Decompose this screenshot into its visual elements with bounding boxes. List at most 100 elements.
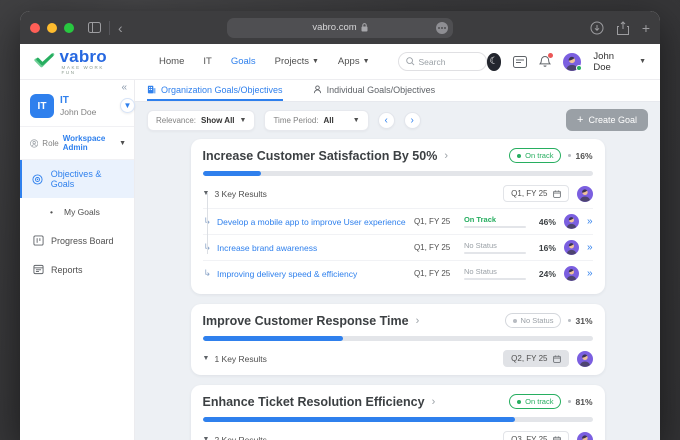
double-chevron-icon[interactable]: » — [587, 216, 593, 227]
card-view-icon[interactable] — [513, 56, 527, 68]
goal-progress-fill — [203, 336, 343, 341]
chevron-down-icon[interactable]: ▼ — [639, 58, 646, 65]
chevron-right-icon[interactable]: › — [432, 396, 436, 408]
key-result-row: ↳ Increase brand awareness Q1, FY 25 No … — [203, 234, 593, 260]
collapse-caret-icon[interactable]: ▼ — [203, 436, 210, 440]
key-results-count: 1 Key Results — [214, 354, 266, 364]
goal-title[interactable]: Increase Customer Satisfaction By 50% — [203, 149, 438, 163]
create-goal-button[interactable]: + Create Goal — [566, 109, 648, 131]
collapse-caret-icon[interactable]: ▼ — [203, 355, 210, 362]
logo-text: vabro — [60, 48, 118, 65]
goal-card: Improve Customer Response Time › No Stat… — [191, 304, 605, 375]
assignee-avatar — [564, 214, 579, 229]
search-box[interactable] — [398, 52, 487, 71]
sidebar-item-reports[interactable]: Reports — [20, 255, 134, 284]
time-period-filter[interactable]: Time Period: All ▼ — [264, 110, 368, 131]
url-bar[interactable]: vabro.com — [227, 18, 453, 38]
chevron-down-icon: ▼ — [119, 140, 126, 147]
key-result-link[interactable]: Improving delivery speed & efficiency — [217, 269, 408, 279]
nav-projects[interactable]: Projects▼ — [275, 56, 319, 67]
report-icon — [32, 264, 44, 275]
key-results-count: 3 Key Results — [214, 189, 266, 199]
site-settings-icon[interactable] — [436, 22, 448, 34]
period-selector[interactable]: Q1, FY 25 — [503, 185, 568, 202]
workspace-chevron-icon[interactable]: ▼ — [120, 98, 135, 113]
calendar-icon — [553, 355, 561, 363]
search-input[interactable] — [419, 57, 479, 67]
lock-icon — [361, 23, 368, 32]
nav-home[interactable]: Home — [159, 56, 184, 67]
share-icon[interactable] — [617, 21, 629, 35]
browser-sidebar-icon[interactable] — [88, 22, 101, 33]
maximize-window-button[interactable] — [64, 23, 74, 33]
double-chevron-icon[interactable]: » — [587, 268, 593, 279]
logo-tagline: MAKE WORK FUN — [60, 66, 118, 75]
goal-progress-bar — [203, 336, 593, 341]
search-icon — [406, 57, 415, 66]
vabro-logo[interactable]: vabro MAKE WORK FUN — [34, 48, 117, 75]
logo-check-icon — [34, 53, 57, 71]
individual-icon — [313, 85, 322, 94]
previous-period-button[interactable]: ‹ — [378, 112, 395, 129]
nav-apps[interactable]: Apps▼ — [338, 56, 370, 67]
tab-organization-goals[interactable]: Organization Goals/Objectives — [147, 80, 283, 101]
goal-title[interactable]: Enhance Ticket Resolution Efficiency — [203, 395, 425, 409]
sidebar-item-objectives-goals[interactable]: Objectives & Goals — [20, 160, 134, 198]
app-header: vabro MAKE WORK FUN Home IT Goals Projec… — [20, 44, 660, 80]
key-result-row: ↳ Develop a mobile app to improve User e… — [203, 208, 593, 234]
chevron-down-icon: ▼ — [353, 117, 360, 124]
goal-cards: Increase Customer Satisfaction By 50% › … — [191, 139, 605, 440]
status-badge: No Status — [505, 313, 562, 328]
browser-chrome: ‹ vabro.com + — [20, 11, 660, 44]
goal-title[interactable]: Improve Customer Response Time — [203, 314, 409, 328]
notifications-bell-icon[interactable] — [539, 55, 551, 68]
board-icon — [32, 235, 44, 246]
next-period-button[interactable]: › — [404, 112, 421, 129]
sidebar: « IT IT John Doe ▼ Role Workspace Admin … — [20, 80, 135, 440]
workspace-switcher[interactable]: IT IT John Doe ▼ — [20, 84, 134, 126]
status-badge: On track — [509, 394, 561, 409]
goal-progress-fill — [203, 171, 262, 176]
period-selector[interactable]: Q2, FY 25 — [503, 350, 568, 367]
key-result-link[interactable]: Increase brand awareness — [217, 243, 408, 253]
calendar-icon — [553, 190, 561, 198]
goal-owner-avatar — [577, 351, 593, 367]
user-name: John Doe — [593, 51, 627, 73]
tab-individual-goals[interactable]: Individual Goals/Objectives — [313, 80, 436, 101]
role-value: Workspace Admin — [63, 134, 115, 152]
chevron-right-icon[interactable]: › — [444, 150, 448, 162]
organization-icon — [147, 85, 156, 94]
chevron-right-icon[interactable]: › — [416, 315, 420, 327]
sidebar-item-my-goals[interactable]: My Goals — [20, 198, 134, 226]
dark-mode-toggle[interactable]: ☾ — [487, 53, 502, 71]
downloads-icon[interactable] — [590, 21, 604, 35]
user-avatar[interactable] — [563, 53, 581, 71]
goals-content: Relevance: Show All ▼ Time Period: All ▼… — [135, 102, 660, 440]
nav-it[interactable]: IT — [203, 56, 211, 67]
target-icon — [32, 174, 44, 185]
key-results-list: ↳ Develop a mobile app to improve User e… — [203, 208, 593, 286]
period-selector[interactable]: Q3, FY 25 — [503, 431, 568, 440]
goal-progress-bar — [203, 171, 593, 176]
minimize-window-button[interactable] — [47, 23, 57, 33]
plus-icon: + — [577, 115, 583, 126]
browser-window: ‹ vabro.com + vabro — [20, 11, 660, 440]
key-result-link[interactable]: Develop a mobile app to improve User exp… — [217, 217, 408, 227]
sidebar-item-progress-board[interactable]: Progress Board — [20, 226, 134, 255]
key-result-status: No Status — [464, 267, 526, 276]
subtask-arrow-icon: ↳ — [204, 268, 212, 279]
online-status-dot — [576, 65, 582, 71]
nav-goals[interactable]: Goals — [231, 56, 256, 67]
double-chevron-icon[interactable]: » — [587, 242, 593, 253]
role-selector[interactable]: Role Workspace Admin ▼ — [20, 126, 134, 160]
relevance-filter[interactable]: Relevance: Show All ▼ — [147, 110, 255, 131]
vabro-app: vabro MAKE WORK FUN Home IT Goals Projec… — [20, 44, 660, 440]
role-label: Role — [42, 139, 58, 148]
close-window-button[interactable] — [30, 23, 40, 33]
key-results-count: 2 Key Results — [214, 435, 266, 440]
workspace-name: IT — [60, 95, 96, 107]
new-tab-icon[interactable]: + — [642, 20, 650, 36]
back-button[interactable]: ‹ — [118, 21, 123, 35]
url-text: vabro.com — [312, 22, 356, 33]
key-result-row: ↳ Improving delivery speed & efficiency … — [203, 260, 593, 286]
